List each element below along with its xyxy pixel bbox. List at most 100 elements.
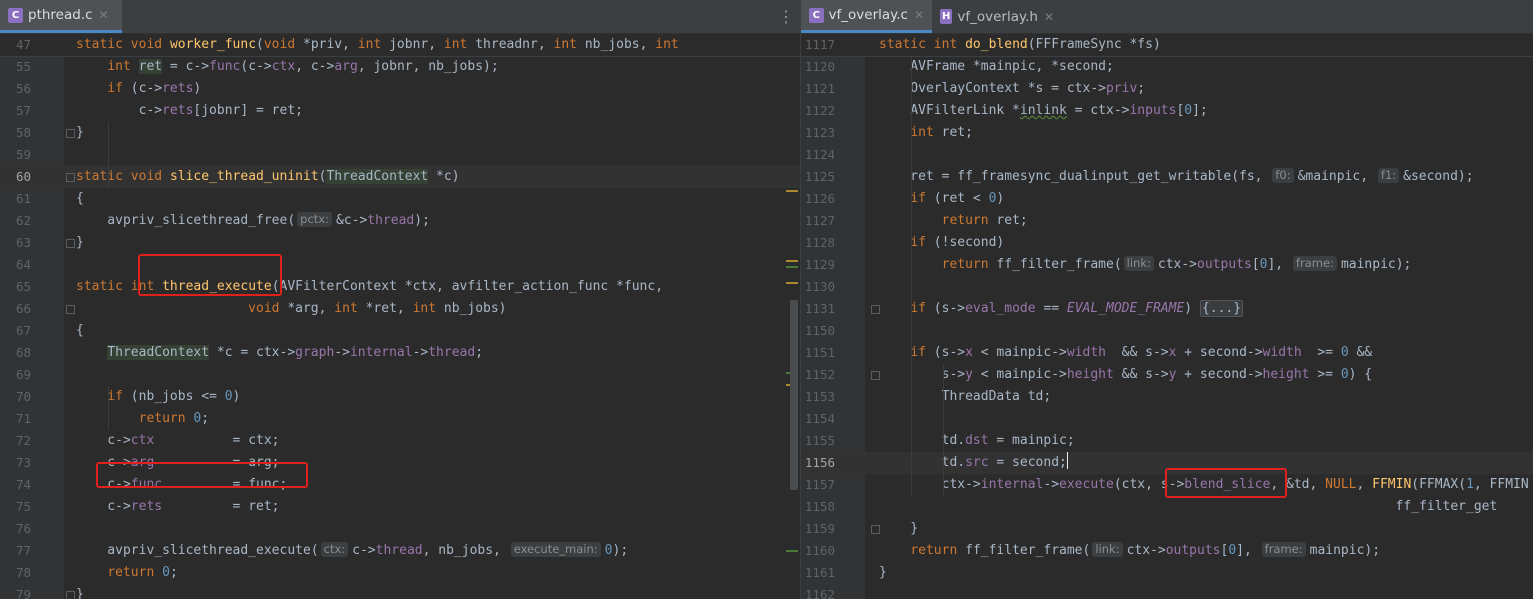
line-number[interactable]: 70 bbox=[0, 386, 31, 408]
left-code-editor[interactable]: 55 int ret = c->func(c->ctx, c->arg, job… bbox=[0, 34, 800, 599]
change-mark[interactable] bbox=[786, 266, 798, 268]
line-number[interactable]: 65 bbox=[0, 276, 31, 298]
line-number[interactable]: 62 bbox=[0, 210, 31, 232]
scrollbar-thumb[interactable] bbox=[790, 300, 798, 490]
line-number[interactable]: 74 bbox=[0, 474, 31, 496]
fold-marker-icon[interactable] bbox=[871, 305, 880, 314]
right-sticky-header[interactable]: 1117 static int do_blend(FFFrameSync *fs… bbox=[801, 34, 1533, 57]
line-number[interactable]: 1157 bbox=[801, 474, 835, 496]
line-number[interactable]: 58 bbox=[0, 122, 31, 144]
line-number[interactable]: 1151 bbox=[801, 342, 835, 364]
code-line[interactable]: 57 c->rets[jobnr] = ret; bbox=[0, 100, 800, 122]
line-number[interactable]: 69 bbox=[0, 364, 31, 386]
fold-marker-icon[interactable] bbox=[66, 591, 75, 599]
line-number[interactable]: 1153 bbox=[801, 386, 835, 408]
fold-marker-icon[interactable] bbox=[871, 371, 880, 380]
line-number[interactable]: 78 bbox=[0, 562, 31, 584]
line-number[interactable]: 56 bbox=[0, 78, 31, 100]
line-number[interactable]: 1128 bbox=[801, 232, 835, 254]
tab-vf-overlay-c[interactable]: C vf_overlay.c ✕ bbox=[801, 0, 932, 33]
fold-marker-icon[interactable] bbox=[871, 525, 880, 534]
line-number[interactable]: 1160 bbox=[801, 540, 835, 562]
right-code-editor[interactable]: 1120 AVFrame *mainpic, *second; 1121 Over… bbox=[801, 34, 1533, 599]
line-number[interactable]: 1130 bbox=[801, 276, 835, 298]
line-number[interactable]: 1127 bbox=[801, 210, 835, 232]
line-number[interactable]: 79 bbox=[0, 584, 31, 599]
code-line[interactable]: 61 { bbox=[0, 188, 800, 210]
line-number[interactable]: 1152 bbox=[801, 364, 835, 386]
more-options-icon[interactable]: ⋮ bbox=[772, 0, 800, 33]
line-number[interactable]: 1158 bbox=[801, 496, 835, 518]
code-line[interactable]: 68 ThreadContext *c = ctx->graph->intern… bbox=[0, 342, 800, 364]
line-number[interactable]: 1129 bbox=[801, 254, 835, 276]
line-number[interactable]: 1131 bbox=[801, 298, 835, 320]
code-line[interactable]: 79} bbox=[0, 584, 800, 599]
close-icon[interactable]: ✕ bbox=[914, 8, 924, 22]
line-number[interactable]: 64 bbox=[0, 254, 31, 276]
tab-vf-overlay-h[interactable]: H vf_overlay.h ✕ bbox=[932, 0, 1062, 33]
line-number[interactable]: 1123 bbox=[801, 122, 835, 144]
line-number[interactable]: 63 bbox=[0, 232, 31, 254]
line-number[interactable]: 66 bbox=[0, 298, 31, 320]
line-number[interactable]: 1121 bbox=[801, 78, 835, 100]
code-line[interactable]: 77 avpriv_slicethread_execute(ctx: c->thr… bbox=[0, 540, 800, 562]
code-line[interactable]: 64 bbox=[0, 254, 800, 276]
line-number[interactable]: 72 bbox=[0, 430, 31, 452]
line-number[interactable]: 57 bbox=[0, 100, 31, 122]
line-number[interactable]: 76 bbox=[0, 518, 31, 540]
code-line[interactable]: 59 bbox=[0, 144, 800, 166]
line-number[interactable]: 1161 bbox=[801, 562, 835, 584]
line-number[interactable]: 77 bbox=[0, 540, 31, 562]
code-line[interactable]: 1162 bbox=[801, 584, 1533, 599]
line-number[interactable]: 1126 bbox=[801, 188, 835, 210]
code-line[interactable]: 72 c->ctx = ctx; bbox=[0, 430, 800, 452]
line-number[interactable]: 67 bbox=[0, 320, 31, 342]
line-number[interactable]: 1120 bbox=[801, 56, 835, 78]
line-number[interactable]: 60 bbox=[0, 166, 31, 188]
line-number[interactable]: 1124 bbox=[801, 144, 835, 166]
code-line[interactable]: 55 int ret = c->func(c->ctx, c->arg, job… bbox=[0, 56, 800, 78]
code-line[interactable]: 60 static void slice_thread_uninit(Thread… bbox=[0, 166, 800, 188]
code-line[interactable]: 66 void *arg, int *ret, int nb_jobs) bbox=[0, 298, 800, 320]
code-line[interactable]: 1159 } bbox=[801, 518, 1533, 540]
code-line[interactable]: 63} bbox=[0, 232, 800, 254]
line-number[interactable]: 1154 bbox=[801, 408, 835, 430]
code-line[interactable]: 67 { bbox=[0, 320, 800, 342]
code-line[interactable]: 1160 return ff_filter_frame(link: ctx->ou… bbox=[801, 540, 1533, 562]
code-line[interactable]: 76 bbox=[0, 518, 800, 540]
close-icon[interactable]: ✕ bbox=[1044, 10, 1054, 24]
tab-pthread-c[interactable]: C pthread.c ✕ bbox=[0, 0, 122, 33]
change-mark[interactable] bbox=[786, 550, 798, 552]
code-line[interactable]: 75 c->rets = ret; bbox=[0, 496, 800, 518]
code-line[interactable]: 69 bbox=[0, 364, 800, 386]
left-sticky-header[interactable]: 47 static void worker_func(void *priv, i… bbox=[0, 34, 800, 57]
fold-marker-icon[interactable] bbox=[66, 239, 75, 248]
code-line[interactable]: 78 return 0; bbox=[0, 562, 800, 584]
code-line[interactable]: 56 if (c->rets) bbox=[0, 78, 800, 100]
line-number[interactable]: 1125 bbox=[801, 166, 835, 188]
code-line[interactable]: 62 avpriv_slicethread_free(pctx: &c->thre… bbox=[0, 210, 800, 232]
line-number[interactable]: 59 bbox=[0, 144, 31, 166]
line-number[interactable]: 73 bbox=[0, 452, 31, 474]
line-number[interactable]: 1156 bbox=[801, 452, 835, 474]
left-error-stripe[interactable] bbox=[786, 34, 800, 599]
line-number[interactable]: 1162 bbox=[801, 584, 835, 599]
line-number[interactable]: 75 bbox=[0, 496, 31, 518]
line-number[interactable]: 1122 bbox=[801, 100, 835, 122]
line-number[interactable]: 1150 bbox=[801, 320, 835, 342]
close-icon[interactable]: ✕ bbox=[99, 8, 109, 22]
line-number[interactable]: 68 bbox=[0, 342, 31, 364]
warning-mark[interactable] bbox=[786, 282, 798, 284]
line-number[interactable]: 61 bbox=[0, 188, 31, 210]
warning-mark[interactable] bbox=[786, 260, 798, 262]
code-line[interactable]: 58} bbox=[0, 122, 800, 144]
line-number[interactable]: 71 bbox=[0, 408, 31, 430]
code-line[interactable]: 65 static int thread_execute(AVFilterCont… bbox=[0, 276, 800, 298]
warning-mark[interactable] bbox=[786, 190, 798, 192]
line-number[interactable]: 1155 bbox=[801, 430, 835, 452]
code-line[interactable]: 70 if (nb_jobs <= 0) bbox=[0, 386, 800, 408]
fold-marker-icon[interactable] bbox=[66, 129, 75, 138]
line-number[interactable]: 55 bbox=[0, 56, 31, 78]
fold-marker-icon[interactable] bbox=[66, 173, 75, 182]
code-line[interactable]: 1158 ff_filter_get bbox=[801, 496, 1533, 518]
